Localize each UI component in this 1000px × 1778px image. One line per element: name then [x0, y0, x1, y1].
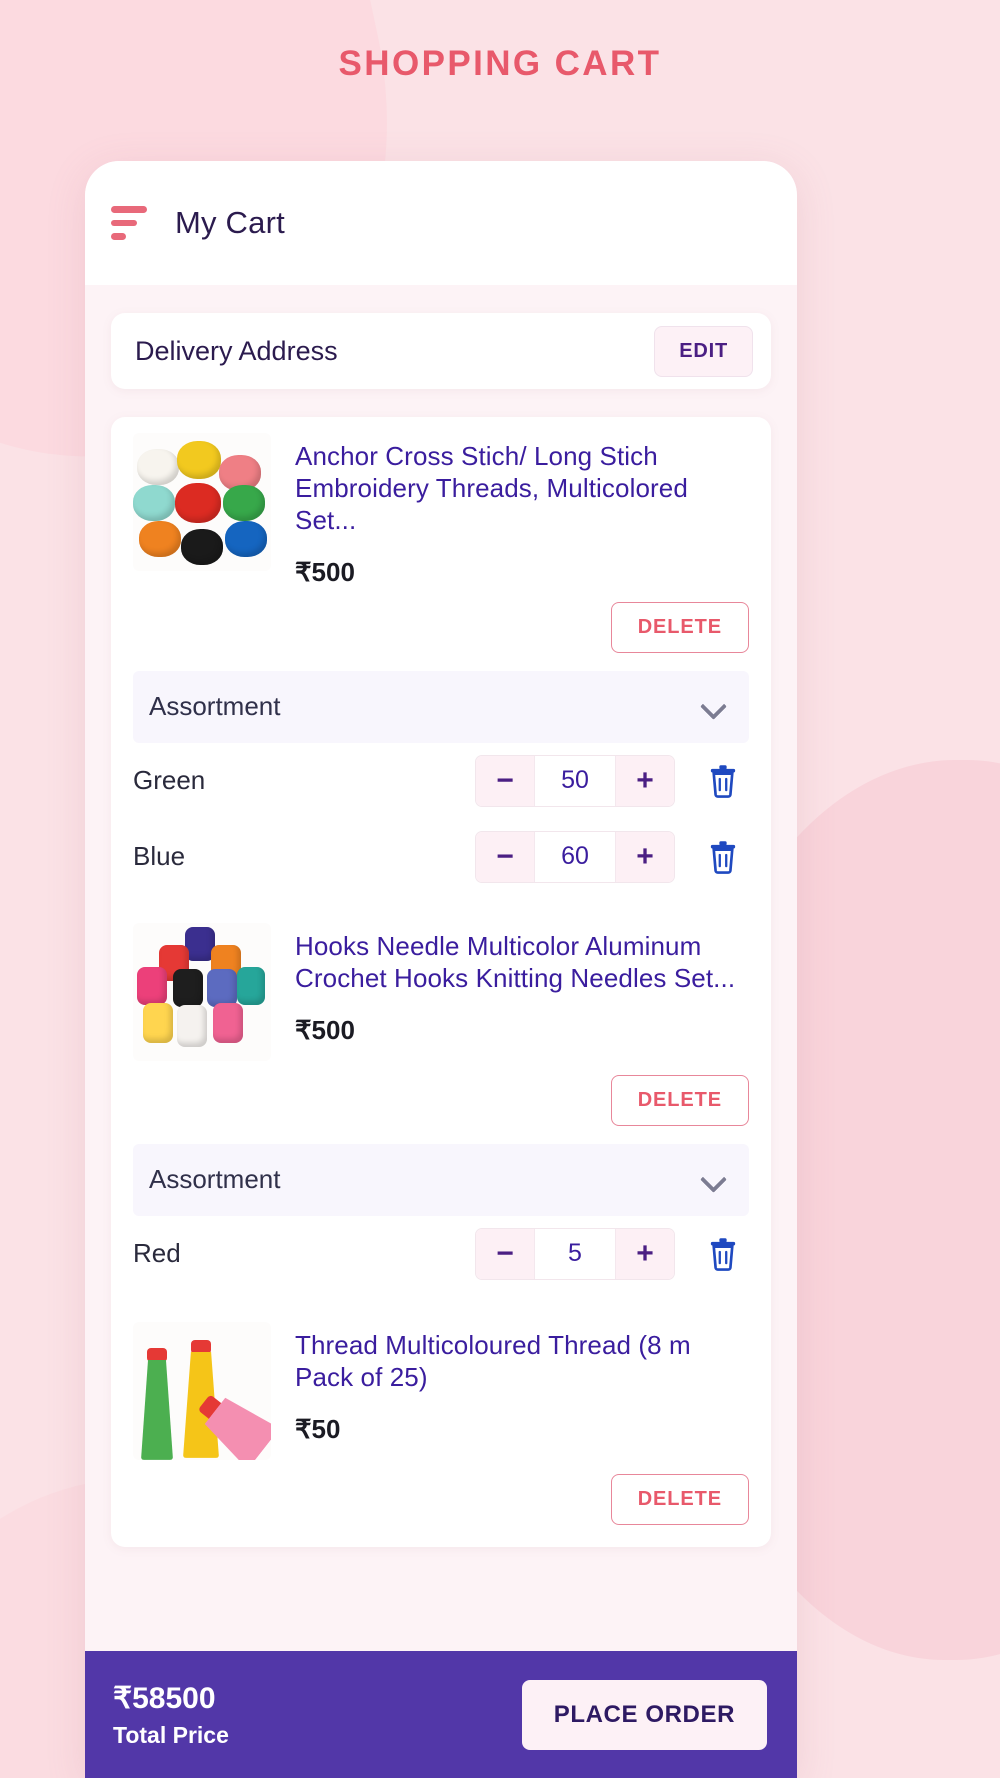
chevron-down-icon[interactable]: [701, 1167, 727, 1193]
app-frame: My Cart Delivery Address EDIT Anchor Cro…: [85, 161, 797, 1778]
decrement-button[interactable]: −: [476, 831, 534, 882]
place-order-button[interactable]: PLACE ORDER: [521, 1679, 767, 1750]
cart-scroll-area[interactable]: Delivery Address EDIT Anchor Cross Stich…: [85, 285, 797, 1778]
product-thumbnail: [133, 1321, 271, 1460]
checkout-bar: ₹58500 Total Price PLACE ORDER: [85, 1651, 797, 1778]
delivery-address-label: Delivery Address: [135, 335, 338, 366]
delivery-address-card: Delivery Address EDIT: [111, 313, 771, 389]
quantity-value[interactable]: 60: [534, 831, 616, 882]
assortment-toggle[interactable]: Assortment: [133, 1143, 749, 1216]
variant-row: Green − 50 +: [111, 743, 771, 819]
variant-name: Green: [133, 765, 206, 796]
edit-address-button[interactable]: EDIT: [654, 325, 753, 377]
total-price-amount: ₹58500: [113, 1682, 216, 1716]
increment-button[interactable]: +: [616, 1228, 674, 1279]
variant-row: Red − 5 +: [111, 1216, 771, 1292]
delete-item-button[interactable]: DELETE: [610, 1473, 749, 1525]
app-bar: My Cart: [85, 161, 797, 285]
cart-item: Anchor Cross Stich/ Long Stich Embroider…: [111, 417, 771, 671]
cart-item: Thread Multicoloured Thread (8 m Pack of…: [111, 1292, 771, 1543]
increment-button[interactable]: +: [616, 755, 674, 806]
assortment-toggle[interactable]: Assortment: [133, 670, 749, 743]
product-price: ₹500: [295, 556, 355, 587]
total-price-label: Total Price: [113, 1721, 229, 1748]
trash-icon: [710, 765, 736, 798]
delete-item-button[interactable]: DELETE: [610, 1074, 749, 1126]
variant-name: Blue: [133, 841, 186, 872]
product-thumbnail: [133, 922, 271, 1061]
remove-variant-button[interactable]: [697, 764, 749, 798]
remove-variant-button[interactable]: [697, 840, 749, 874]
product-title[interactable]: Anchor Cross Stich/ Long Stich Embroider…: [295, 441, 749, 537]
quantity-value[interactable]: 50: [534, 755, 616, 806]
cart-items-card: Anchor Cross Stich/ Long Stich Embroider…: [111, 417, 771, 1547]
trash-icon: [710, 841, 736, 874]
delete-item-button[interactable]: DELETE: [610, 601, 749, 653]
assortment-label: Assortment: [149, 1164, 281, 1195]
trash-icon: [710, 1238, 736, 1271]
hamburger-icon[interactable]: [111, 206, 153, 241]
page-title: SHOPPING CART: [338, 44, 662, 83]
product-title[interactable]: Hooks Needle Multicolor Aluminum Crochet…: [295, 931, 749, 995]
variant-name: Red: [133, 1238, 181, 1269]
app-bar-title: My Cart: [175, 205, 285, 240]
remove-variant-button[interactable]: [697, 1237, 749, 1271]
cart-item: Hooks Needle Multicolor Aluminum Crochet…: [111, 895, 771, 1144]
product-price: ₹50: [295, 1413, 341, 1444]
decrement-button[interactable]: −: [476, 755, 534, 806]
variant-row: Blue − 60 +: [111, 819, 771, 895]
quantity-stepper[interactable]: − 60 +: [475, 830, 675, 883]
assortment-label: Assortment: [149, 691, 281, 722]
total-price-group: ₹58500 Total Price: [113, 1680, 229, 1749]
decrement-button[interactable]: −: [476, 1228, 534, 1279]
product-price: ₹500: [295, 1014, 355, 1045]
chevron-down-icon[interactable]: [701, 694, 727, 720]
product-title[interactable]: Thread Multicoloured Thread (8 m Pack of…: [295, 1330, 749, 1394]
product-thumbnail: [133, 433, 271, 571]
increment-button[interactable]: +: [616, 831, 674, 882]
quantity-stepper[interactable]: − 5 +: [475, 1227, 675, 1280]
quantity-stepper[interactable]: − 50 +: [475, 754, 675, 807]
quantity-value[interactable]: 5: [534, 1228, 616, 1279]
